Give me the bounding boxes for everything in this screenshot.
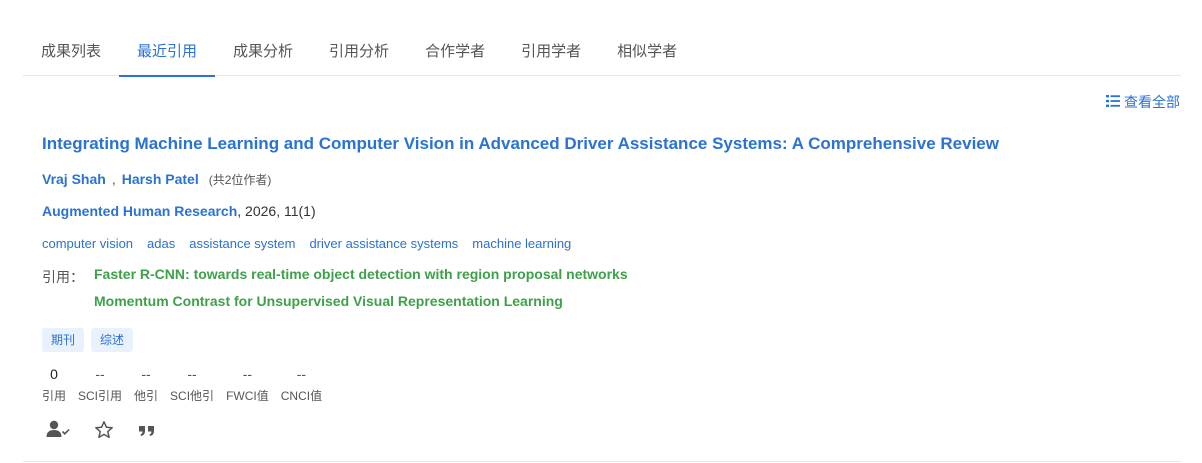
author-count: (共2位作者) (208, 173, 272, 187)
claim-author-icon[interactable] (46, 420, 70, 440)
paper-title[interactable]: Integrating Machine Learning and Compute… (42, 134, 999, 154)
citation-link[interactable]: Momentum Contrast for Unsupervised Visua… (94, 293, 563, 309)
bottom-divider (23, 461, 1181, 462)
stat-cnci: -- CNCI值 (281, 365, 322, 404)
tab-bar: 成果列表 最近引用 成果分析 引用分析 合作学者 引用学者 相似学者 (23, 32, 1181, 77)
keyword-list: computer vision adas assistance system d… (42, 236, 585, 251)
author-link[interactable]: Harsh Patel (122, 171, 199, 187)
tab-achievement-analysis[interactable]: 成果分析 (215, 32, 311, 76)
stat-value: -- (187, 366, 197, 382)
keyword-link[interactable]: assistance system (189, 236, 295, 251)
type-tag-journal: 期刊 (42, 328, 85, 352)
stat-citations: 0 引用 (42, 365, 66, 404)
type-tag-review: 综述 (91, 328, 134, 352)
stat-value: -- (242, 366, 253, 382)
tab-similar-scholars[interactable]: 相似学者 (599, 32, 695, 76)
stat-label: 他引 (134, 389, 159, 403)
view-all-label: 查看全部 (1124, 94, 1180, 110)
tab-citing-scholars[interactable]: 引用学者 (503, 32, 599, 76)
list-icon (1106, 94, 1124, 110)
keyword-link[interactable]: driver assistance systems (309, 236, 458, 251)
venue-link[interactable]: Augmented Human Research (42, 203, 237, 219)
stat-value: 0 (50, 366, 58, 382)
stat-label: 引用 (42, 389, 67, 403)
tag-list: 期刊 综述 (42, 328, 140, 352)
stat-value: -- (296, 366, 307, 382)
citation-label: 引用： (42, 269, 84, 285)
action-bar (46, 420, 180, 440)
author-link[interactable]: Vraj Shah (42, 171, 106, 187)
stat-label: CNCI值 (280, 389, 323, 403)
stat-label: SCI引用 (78, 389, 123, 403)
stat-sci-other-citations: -- SCI他引 (170, 365, 214, 404)
stat-sci-citations: -- SCI引用 (78, 365, 122, 404)
stat-label: FWCI值 (226, 389, 269, 403)
metrics-row: 0 引用 -- SCI引用 -- 他引 -- SCI他引 -- FWCI值 --… (42, 365, 334, 404)
author-separator: , (111, 171, 116, 187)
star-icon[interactable] (94, 420, 114, 440)
stat-value: -- (95, 366, 105, 382)
stat-other-citations: -- 他引 (134, 365, 158, 404)
tab-recent-citations[interactable]: 最近引用 (119, 32, 216, 77)
publication-venue: Augmented Human Research, 2026, 11(1) (42, 203, 316, 219)
tab-achievements[interactable]: 成果列表 (23, 32, 119, 76)
tab-citation-analysis[interactable]: 引用分析 (311, 32, 407, 76)
keyword-link[interactable]: computer vision (42, 236, 133, 251)
author-list: Vraj Shah , Harsh Patel (共2位作者) (42, 171, 271, 188)
quote-icon[interactable] (138, 422, 156, 438)
view-all-link[interactable]: 查看全部 (1106, 92, 1180, 112)
stat-value: -- (141, 366, 151, 382)
venue-info: , 2026, 11(1) (237, 203, 316, 219)
citation-link[interactable]: Faster R-CNN: towards real-time object d… (94, 266, 628, 282)
keyword-link[interactable]: adas (147, 236, 175, 251)
tab-coauthors[interactable]: 合作学者 (407, 32, 503, 76)
stat-label: SCI他引 (170, 389, 215, 403)
keyword-link[interactable]: machine learning (472, 236, 571, 251)
stat-fwci: -- FWCI值 (226, 365, 269, 404)
